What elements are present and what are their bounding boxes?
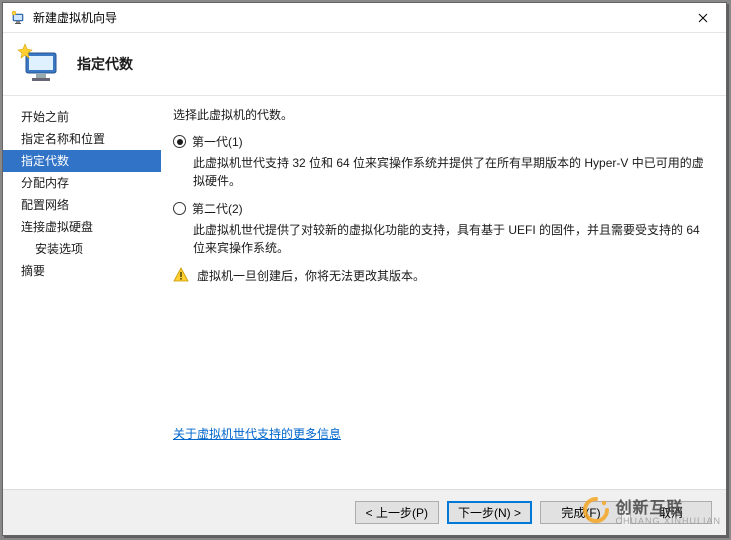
wizard-window: 新建虚拟机向导 指定代数 开始之前 指定名称和位置 (2, 2, 727, 536)
finish-button[interactable]: 完成(F) (540, 501, 622, 524)
button-bar: < 上一步(P) 下一步(N) > 完成(F) 取消 (3, 489, 726, 535)
warning-row: 虚拟机一旦创建后，你将无法更改其版本。 (173, 267, 714, 285)
close-icon (698, 13, 708, 23)
step-name-location[interactable]: 指定名称和位置 (3, 128, 161, 150)
radio-icon (173, 135, 186, 148)
cancel-button[interactable]: 取消 (630, 501, 712, 524)
gen2-radio-row[interactable]: 第二代(2) (173, 200, 714, 217)
app-icon (11, 10, 27, 26)
warning-text: 虚拟机一旦创建后，你将无法更改其版本。 (197, 267, 425, 285)
step-summary[interactable]: 摘要 (3, 260, 161, 282)
step-generation[interactable]: 指定代数 (3, 150, 161, 172)
prev-button[interactable]: < 上一步(P) (355, 501, 439, 524)
gen2-label: 第二代(2) (192, 200, 243, 217)
gen1-radio-row[interactable]: 第一代(1) (173, 133, 714, 150)
more-info-link[interactable]: 关于虚拟机世代支持的更多信息 (173, 425, 341, 442)
close-button[interactable] (680, 3, 726, 33)
step-memory[interactable]: 分配内存 (3, 172, 161, 194)
generation-option-1: 第一代(1) 此虚拟机世代支持 32 位和 64 位来宾操作系统并提供了在所有早… (173, 133, 714, 190)
header-banner: 指定代数 (3, 33, 726, 95)
titlebar: 新建虚拟机向导 (3, 3, 726, 33)
step-sidebar: 开始之前 指定名称和位置 指定代数 分配内存 配置网络 连接虚拟硬盘 安装选项 … (3, 96, 161, 489)
content-pane: 选择此虚拟机的代数。 第一代(1) 此虚拟机世代支持 32 位和 64 位来宾操… (161, 96, 726, 489)
window-title: 新建虚拟机向导 (33, 9, 680, 26)
next-button[interactable]: 下一步(N) > (447, 501, 532, 524)
gen1-description: 此虚拟机世代支持 32 位和 64 位来宾操作系统并提供了在所有早期版本的 Hy… (193, 154, 714, 190)
step-before-begin[interactable]: 开始之前 (3, 106, 161, 128)
gen2-description: 此虚拟机世代提供了对较新的虚拟化功能的支持，具有基于 UEFI 的固件，并且需要… (193, 221, 714, 257)
step-network[interactable]: 配置网络 (3, 194, 161, 216)
radio-icon (173, 202, 186, 215)
generation-option-2: 第二代(2) 此虚拟机世代提供了对较新的虚拟化功能的支持，具有基于 UEFI 的… (173, 200, 714, 257)
warning-icon (173, 267, 189, 283)
step-vhd[interactable]: 连接虚拟硬盘 (3, 216, 161, 238)
wizard-icon (17, 40, 65, 88)
page-title: 指定代数 (77, 54, 133, 74)
prompt-text: 选择此虚拟机的代数。 (173, 106, 714, 123)
step-install-options[interactable]: 安装选项 (3, 238, 161, 260)
wizard-body: 开始之前 指定名称和位置 指定代数 分配内存 配置网络 连接虚拟硬盘 安装选项 … (3, 95, 726, 489)
gen1-label: 第一代(1) (192, 133, 243, 150)
